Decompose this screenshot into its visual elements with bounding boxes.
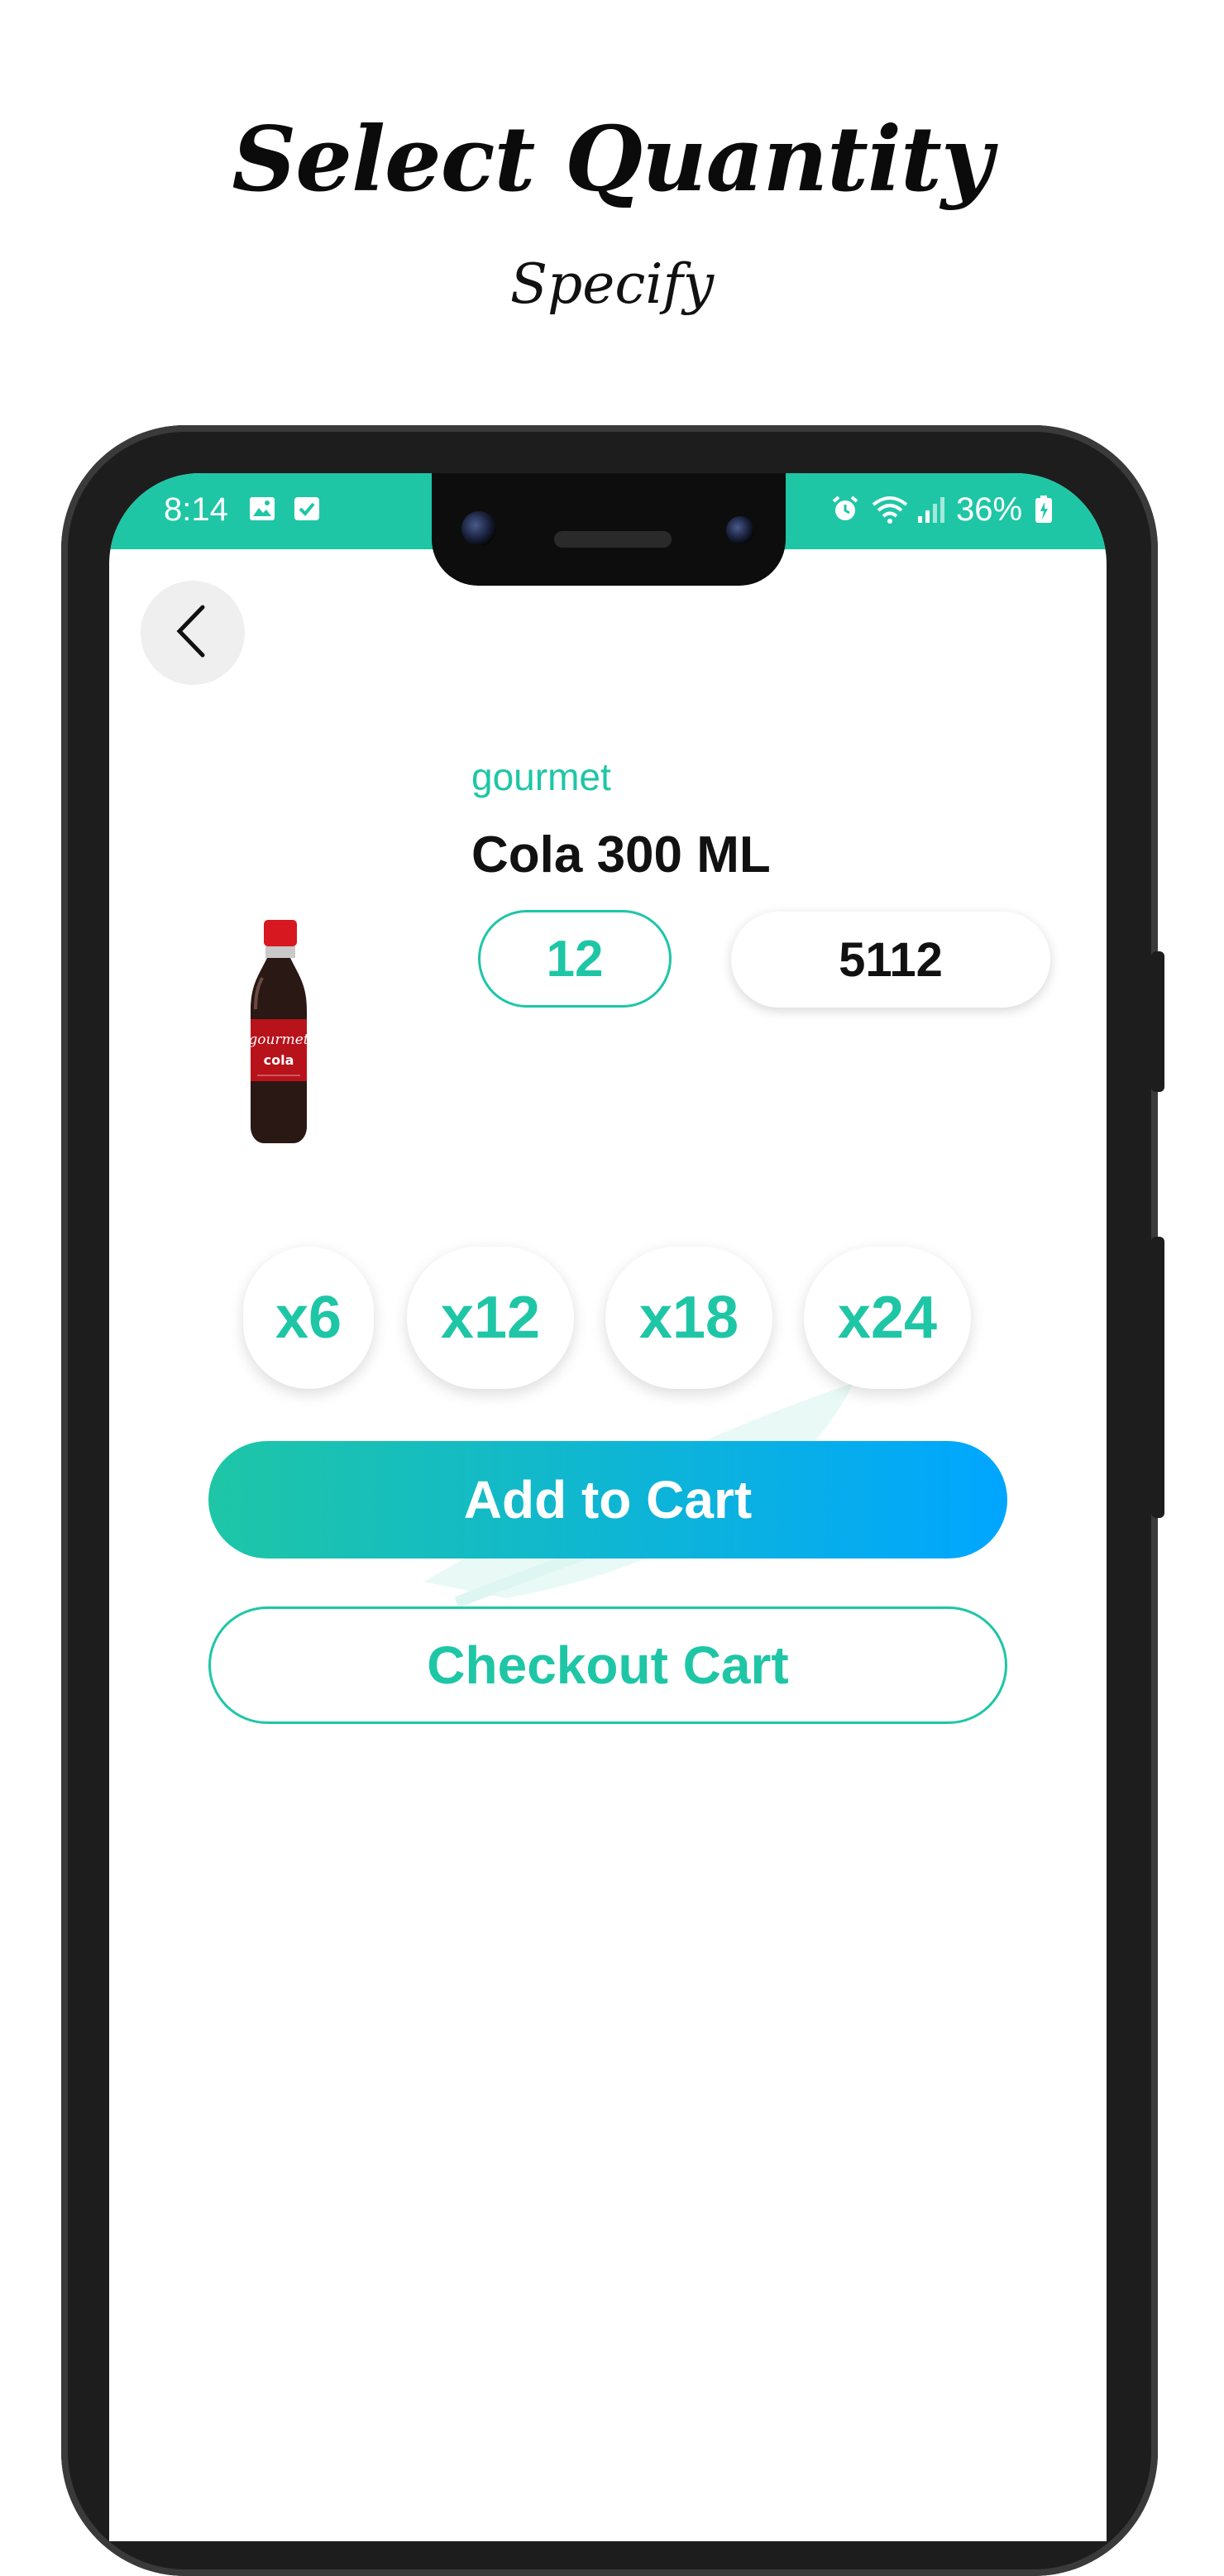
product-brand: gourmet bbox=[471, 755, 611, 798]
multiplier-x12-button[interactable]: x12 bbox=[407, 1247, 574, 1389]
multiplier-x18-button[interactable]: x18 bbox=[605, 1247, 772, 1389]
front-camera-icon bbox=[461, 511, 496, 546]
product-name: Cola 300 ML bbox=[471, 826, 771, 883]
add-to-cart-button[interactable]: Add to Cart bbox=[208, 1441, 1007, 1559]
promo-subtitle: Specify bbox=[509, 252, 715, 316]
check-box-icon bbox=[293, 495, 321, 527]
power-button bbox=[1151, 951, 1164, 1092]
status-time: 8:14 bbox=[164, 491, 228, 528]
back-button[interactable] bbox=[141, 581, 245, 685]
battery-icon bbox=[1034, 495, 1054, 529]
sensor-icon bbox=[726, 516, 754, 544]
checkout-cart-button[interactable]: Checkout Cart bbox=[208, 1606, 1007, 1724]
product-image: gourmet cola bbox=[246, 920, 312, 1152]
svg-text:gourmet: gourmet bbox=[248, 1032, 308, 1048]
chevron-left-icon bbox=[168, 602, 218, 664]
app-screen: 8:14 36% gourmet cola gourmet Cola 300 M… bbox=[109, 473, 1107, 2541]
wifi-icon bbox=[872, 495, 908, 529]
svg-text:cola: cola bbox=[264, 1052, 294, 1068]
product-code: 5112 bbox=[731, 912, 1050, 1008]
camera-notch bbox=[432, 473, 786, 586]
multiplier-x6-button[interactable]: x6 bbox=[243, 1247, 374, 1389]
quantity-input[interactable]: 12 bbox=[478, 910, 672, 1008]
promo-title: Select Quantity bbox=[232, 108, 992, 212]
volume-button bbox=[1151, 1237, 1164, 1518]
image-icon bbox=[248, 495, 276, 527]
battery-level: 36% bbox=[956, 491, 1023, 528]
earpiece-speaker bbox=[554, 531, 672, 548]
alarm-icon bbox=[830, 495, 860, 529]
signal-icon bbox=[916, 495, 946, 529]
multiplier-x24-button[interactable]: x24 bbox=[804, 1247, 971, 1389]
